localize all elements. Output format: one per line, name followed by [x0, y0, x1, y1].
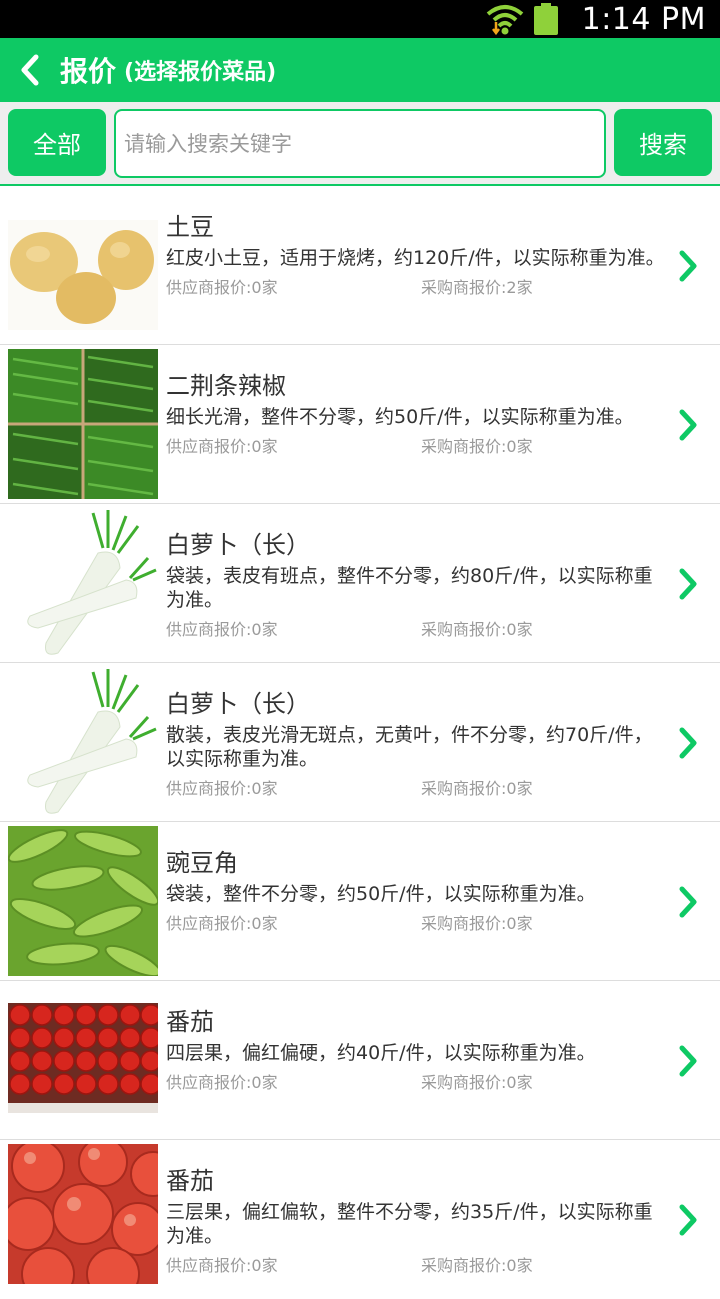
supplier-quote-count: 供应商报价:0家: [166, 779, 278, 798]
item-description: 四层果，偏红偏硬，约40斤/件，以实际称重为准。: [166, 1042, 596, 1064]
product-list: 土豆 红皮小土豆，适用于烧烤，约120斤/件，以实际称重为准。 供应商报价:0家…: [0, 186, 720, 1299]
back-button[interactable]: [0, 38, 60, 102]
item-description: 细长光滑，整件不分零，约50斤/件，以实际称重为准。: [166, 406, 634, 428]
list-item[interactable]: 白萝卜（长） 袋装，表皮有班点，整件不分零，约80斤/件，以实际称重为准。 供应…: [0, 504, 720, 663]
tomatoes-image: [8, 1144, 158, 1284]
supplier-quote-count: 供应商报价:0家: [166, 620, 278, 639]
snow-pea-image: [8, 826, 158, 976]
supplier-quote-count: 供应商报价:0家: [166, 1256, 278, 1275]
item-name: 番茄: [166, 1008, 214, 1036]
list-item[interactable]: 豌豆角 袋装，整件不分零，约50斤/件，以实际称重为准。 供应商报价:0家 采购…: [0, 822, 720, 981]
item-description: 三层果，偏红偏软，整件不分零，约35斤/件，以实际称重为准。: [166, 1201, 653, 1247]
chevron-right-icon: [679, 1045, 697, 1077]
item-description: 红皮小土豆，适用于烧烤，约120斤/件，以实际称重为准。: [166, 247, 665, 269]
item-name: 白萝卜（长）: [166, 690, 310, 718]
buyer-quote-count: 采购商报价:0家: [421, 620, 533, 639]
list-item[interactable]: 土豆 红皮小土豆，适用于烧烤，约120斤/件，以实际称重为准。 供应商报价:0家…: [0, 186, 720, 345]
status-clock: 1:14 PM: [581, 1, 706, 37]
white-radish-image: [8, 508, 158, 658]
chevron-right-icon: [679, 886, 697, 918]
list-item[interactable]: 二荆条辣椒 细长光滑，整件不分零，约50斤/件，以实际称重为准。 供应商报价:0…: [0, 345, 720, 504]
buyer-quote-count: 采购商报价:0家: [421, 779, 533, 798]
item-name: 土豆: [166, 213, 214, 241]
supplier-quote-count: 供应商报价:0家: [166, 437, 278, 456]
list-item[interactable]: 番茄 三层果，偏红偏软，整件不分零，约35斤/件，以实际称重为准。 供应商报价:…: [0, 1140, 720, 1299]
item-name: 豌豆角: [166, 849, 238, 877]
list-item[interactable]: 白萝卜（长） 散装，表皮光滑无斑点，无黄叶，件不分零，约70斤/件，以实际称重为…: [0, 663, 720, 822]
chevron-right-icon: [679, 409, 697, 441]
green-chili-image: [8, 349, 158, 499]
item-description: 袋装，整件不分零，约50斤/件，以实际称重为准。: [166, 883, 596, 905]
search-bar: 全部 搜索: [0, 102, 720, 186]
search-button[interactable]: 搜索: [614, 109, 712, 176]
chevron-right-icon: [679, 250, 697, 282]
search-input[interactable]: [114, 109, 606, 178]
buyer-quote-count: 采购商报价:0家: [421, 914, 533, 933]
chevron-right-icon: [679, 727, 697, 759]
white-radish-image: [8, 667, 158, 817]
status-bar: 1:14 PM: [0, 0, 720, 38]
item-description: 袋装，表皮有班点，整件不分零，约80斤/件，以实际称重为准。: [166, 565, 653, 611]
tomato-crate-image: [8, 1003, 158, 1113]
buyer-quote-count: 采购商报价:0家: [421, 1256, 533, 1275]
page-subtitle: (选择报价菜品): [124, 60, 277, 85]
app-header: 报价 (选择报价菜品): [0, 38, 720, 102]
page-title: 报价: [60, 55, 117, 88]
list-item[interactable]: 番茄 四层果，偏红偏硬，约40斤/件，以实际称重为准。 供应商报价:0家 采购商…: [0, 981, 720, 1140]
supplier-quote-count: 供应商报价:0家: [166, 1073, 278, 1092]
buyer-quote-count: 采购商报价:0家: [421, 437, 533, 456]
battery-icon: [533, 3, 558, 35]
all-filter-button[interactable]: 全部: [8, 109, 106, 176]
item-name: 番茄: [166, 1167, 214, 1195]
item-description: 散装，表皮光滑无斑点，无黄叶，件不分零，约70斤/件，以实际称重为准。: [166, 724, 653, 770]
chevron-left-icon: [21, 54, 39, 86]
chevron-right-icon: [679, 1204, 697, 1236]
supplier-quote-count: 供应商报价:0家: [166, 278, 278, 297]
item-name: 白萝卜（长）: [166, 531, 310, 559]
buyer-quote-count: 采购商报价:2家: [421, 278, 533, 297]
wifi-icon: [486, 5, 523, 36]
chevron-right-icon: [679, 568, 697, 600]
buyer-quote-count: 采购商报价:0家: [421, 1073, 533, 1092]
item-name: 二荆条辣椒: [166, 372, 286, 400]
potato-image: [8, 220, 158, 330]
supplier-quote-count: 供应商报价:0家: [166, 914, 278, 933]
